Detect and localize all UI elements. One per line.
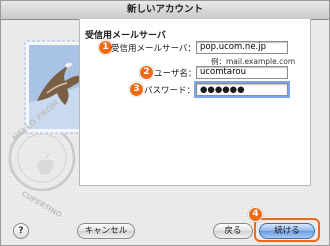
password-input[interactable]: ●●●●●● (196, 83, 288, 96)
help-button[interactable]: ? (13, 223, 29, 239)
stamp-text-bottom: CUPERTINO (20, 190, 63, 218)
cancel-button[interactable]: キャンセル (77, 223, 135, 239)
incoming-server-input[interactable] (196, 41, 288, 54)
step-badge-3: 3 (129, 82, 144, 97)
username-label: ユーザ名： (154, 69, 197, 79)
window-title: 新しいアカウント (1, 1, 329, 20)
section-title: 受信用メールサーバ (85, 31, 166, 41)
step-badge-2: 2 (139, 65, 154, 80)
back-button[interactable]: 戻る (213, 223, 253, 239)
new-account-window: 新しいアカウント HELLO FROM CUPERTINO 受信用メールサーバ … (0, 0, 330, 246)
username-input[interactable] (196, 66, 288, 79)
server-label: 受信用メールサーバ： (111, 44, 196, 54)
step-badge-4: 4 (248, 207, 263, 222)
continue-button[interactable]: 続ける (259, 223, 315, 239)
password-label: パスワード： (144, 86, 196, 96)
